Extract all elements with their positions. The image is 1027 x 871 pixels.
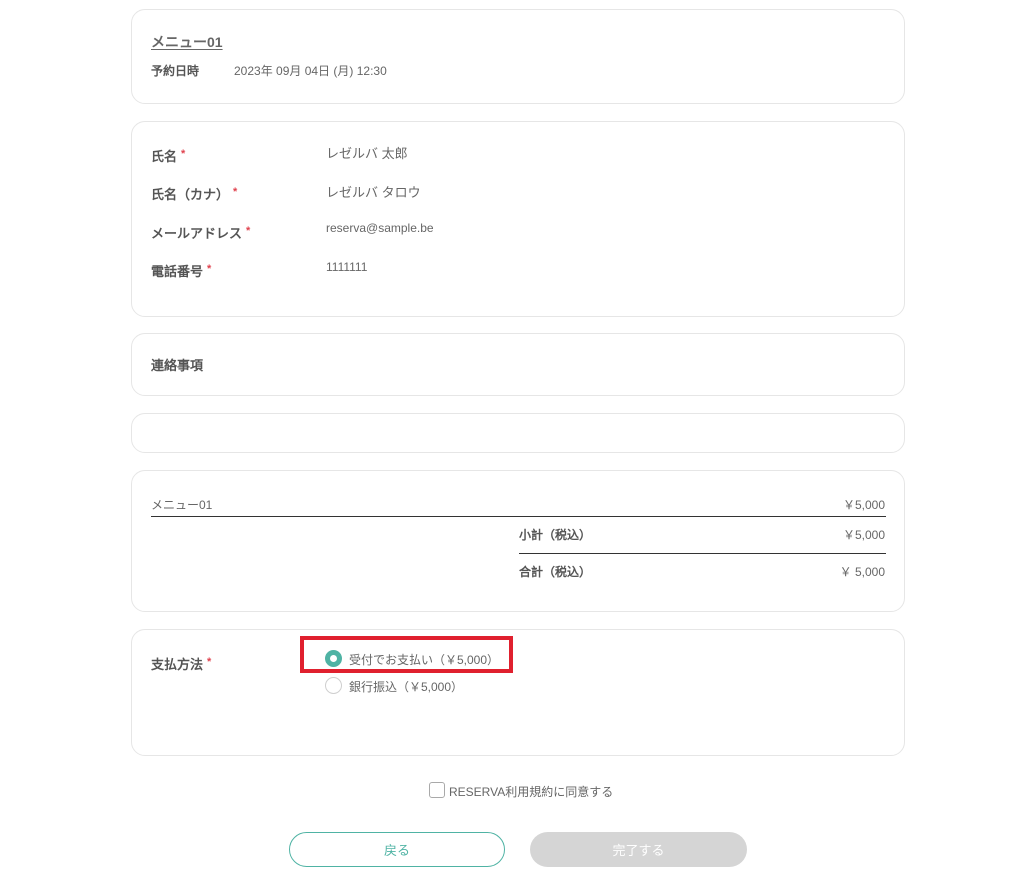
terms-checkbox[interactable] (429, 782, 445, 798)
notes-label: 連絡事項 (151, 358, 204, 373)
item-name: メニュー01 (151, 498, 213, 512)
notes-card: 連絡事項 (131, 333, 905, 396)
required-mark: * (181, 148, 186, 160)
email-value: reserva@sample.be (326, 221, 434, 235)
kana-value: レゼルバ タロウ (326, 185, 421, 200)
back-button[interactable]: 戻る (289, 832, 505, 867)
kana-label: 氏名（カナ） * (151, 186, 238, 202)
email-label: メールアドレス * (151, 225, 251, 241)
required-mark: * (207, 656, 212, 668)
pricing-card: メニュー01 ￥5,000 小計（税込） ￥5,000 合計（税込） ￥ 5,0… (131, 470, 905, 612)
payment-card: 支払方法 * (131, 629, 905, 756)
item-divider (151, 516, 886, 517)
empty-card (131, 413, 905, 453)
name-value: レゼルバ 太郎 (326, 146, 408, 161)
customer-info-card: 氏名 * レゼルバ 太郎 氏名（カナ） * レゼルバ タロウ メールアドレス * re… (131, 121, 905, 317)
total-value: ￥ 5,000 (839, 565, 885, 579)
phone-label: 電話番号 * (151, 263, 212, 279)
total-label: 合計（税込） (519, 565, 592, 579)
selection-highlight-box (300, 636, 513, 673)
phone-value: 1111111 (326, 260, 368, 274)
payment-option-bank-radio[interactable] (325, 677, 342, 694)
subtotal-divider (519, 553, 886, 554)
reservation-card: メニュー01 予約日時 2023年 09月 04日 (月) 12:30 (131, 9, 905, 104)
payment-option-bank-label[interactable]: 銀行振込（￥5,000） (349, 678, 463, 695)
required-mark: * (207, 263, 212, 275)
subtotal-label: 小計（税込） (519, 528, 592, 542)
menu-name-link[interactable]: メニュー01 (151, 32, 223, 52)
terms-label[interactable]: RESERVA利用規約に同意する (449, 783, 613, 800)
datetime-label: 予約日時 (151, 64, 200, 78)
required-mark: * (246, 225, 251, 237)
subtotal-value: ￥5,000 (842, 528, 885, 542)
complete-button[interactable]: 完了する (530, 832, 747, 867)
item-price: ￥5,000 (842, 498, 885, 512)
required-mark: * (233, 186, 238, 198)
payment-label: 支払方法 * (151, 656, 212, 672)
name-label: 氏名 * (151, 148, 186, 164)
datetime-value: 2023年 09月 04日 (月) 12:30 (234, 64, 387, 78)
